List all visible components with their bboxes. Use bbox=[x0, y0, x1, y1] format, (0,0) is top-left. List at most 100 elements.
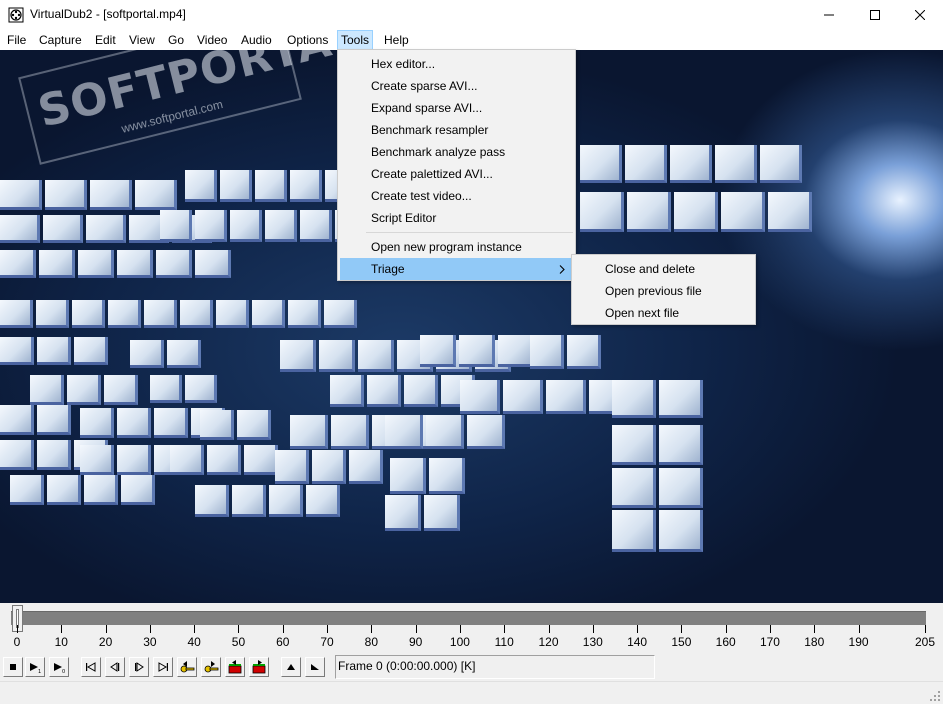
mark-out-button[interactable] bbox=[305, 657, 325, 677]
timeline-tick-label: 80 bbox=[364, 635, 379, 649]
menu-file[interactable]: File bbox=[3, 30, 30, 50]
video-cube bbox=[80, 445, 114, 475]
video-cube bbox=[612, 468, 656, 508]
timeline-tick-label: 100 bbox=[449, 635, 470, 649]
video-cube bbox=[306, 485, 340, 517]
svg-text:0: 0 bbox=[62, 669, 65, 673]
video-cube bbox=[459, 335, 495, 367]
chevron-right-icon bbox=[559, 265, 565, 274]
video-cube bbox=[349, 450, 383, 484]
video-cube bbox=[90, 180, 132, 210]
menu-item-create-test-video[interactable]: Create test video... bbox=[340, 185, 573, 207]
video-cube bbox=[237, 410, 271, 440]
menu-item-benchmark-resampler[interactable]: Benchmark resampler bbox=[340, 119, 573, 141]
video-cube bbox=[319, 340, 355, 372]
resize-grip-icon[interactable] bbox=[929, 690, 941, 702]
next-scene-button[interactable] bbox=[249, 657, 269, 677]
timeline-tick bbox=[105, 625, 107, 633]
go-end-button[interactable] bbox=[153, 657, 173, 677]
play-output-button[interactable]: 0 bbox=[49, 657, 69, 677]
menu-item-open-previous-file[interactable]: Open previous file bbox=[574, 280, 753, 302]
timeline-tick bbox=[925, 625, 926, 633]
video-cube bbox=[760, 145, 802, 183]
timeline-tick bbox=[858, 625, 860, 633]
video-cube bbox=[0, 250, 36, 278]
minimize-button[interactable] bbox=[806, 0, 852, 30]
timeline-tick bbox=[194, 625, 196, 633]
video-cube bbox=[546, 380, 586, 414]
next-keyframe-button[interactable] bbox=[201, 657, 221, 677]
menu-item-hex-editor[interactable]: Hex editor... bbox=[340, 53, 573, 75]
menu-options[interactable]: Options bbox=[283, 30, 332, 50]
timeline-tick bbox=[371, 625, 373, 633]
timeline-tick bbox=[725, 625, 727, 633]
menu-help[interactable]: Help bbox=[380, 30, 413, 50]
timeline-tick bbox=[282, 625, 284, 633]
timeline-tick-label: 205 bbox=[914, 635, 936, 649]
prev-frame-button[interactable] bbox=[105, 657, 125, 677]
menu-item-benchmark-analyze-pass[interactable]: Benchmark analyze pass bbox=[340, 141, 573, 163]
timeline-tick-label: 170 bbox=[759, 635, 780, 649]
video-cube bbox=[200, 410, 234, 440]
timeline-tick bbox=[149, 625, 151, 633]
video-cube bbox=[580, 145, 622, 183]
video-cube bbox=[612, 425, 656, 465]
video-cube bbox=[216, 300, 249, 328]
menu-item-open-next-file[interactable]: Open next file bbox=[574, 302, 753, 324]
menu-item-expand-sparse-avi[interactable]: Expand sparse AVI... bbox=[340, 97, 573, 119]
video-cube bbox=[420, 335, 456, 367]
video-cube bbox=[612, 510, 656, 552]
menu-edit[interactable]: Edit bbox=[91, 30, 120, 50]
prev-keyframe-button[interactable] bbox=[177, 657, 197, 677]
menu-item-open-new-instance[interactable]: Open new program instance bbox=[340, 236, 573, 258]
video-cube bbox=[108, 300, 141, 328]
menu-tools[interactable]: Tools bbox=[337, 30, 374, 50]
prev-keyframe-icon bbox=[180, 661, 195, 673]
video-cube bbox=[324, 300, 357, 328]
menu-capture[interactable]: Capture bbox=[35, 30, 86, 50]
timeline-tick-label: 50 bbox=[231, 635, 246, 649]
video-cube bbox=[300, 210, 332, 242]
video-cube bbox=[625, 145, 667, 183]
play-output-icon: 0 bbox=[54, 663, 65, 673]
menu-video[interactable]: Video bbox=[193, 30, 231, 50]
video-cube bbox=[104, 375, 138, 405]
video-cube bbox=[768, 192, 812, 232]
stop-button[interactable] bbox=[3, 657, 23, 677]
video-cube bbox=[117, 445, 151, 475]
video-cube bbox=[404, 375, 438, 407]
menu-item-close-and-delete[interactable]: Close and delete bbox=[574, 258, 753, 280]
video-cube bbox=[0, 440, 34, 470]
video-cube bbox=[288, 300, 321, 328]
timeline-tick bbox=[637, 625, 639, 633]
mark-in-button[interactable] bbox=[281, 657, 301, 677]
video-cube bbox=[659, 380, 703, 418]
video-cube bbox=[37, 440, 71, 470]
play-input-button[interactable]: 1 bbox=[25, 657, 45, 677]
menu-item-create-palettized-avi[interactable]: Create palettized AVI... bbox=[340, 163, 573, 185]
video-cube bbox=[269, 485, 303, 517]
go-start-button[interactable] bbox=[81, 657, 101, 677]
menu-view[interactable]: View bbox=[125, 30, 159, 50]
maximize-button[interactable] bbox=[852, 0, 898, 30]
timeline-track[interactable] bbox=[11, 611, 926, 625]
menu-go[interactable]: Go bbox=[164, 30, 188, 50]
menu-item-create-sparse-avi[interactable]: Create sparse AVI... bbox=[340, 75, 573, 97]
video-cube bbox=[160, 210, 192, 242]
timeline-tick bbox=[61, 625, 63, 633]
video-cube bbox=[154, 408, 188, 438]
title-bar[interactable]: VirtualDub2 - [softportal.mp4] bbox=[0, 0, 943, 30]
video-cube bbox=[460, 380, 500, 414]
close-button[interactable] bbox=[897, 0, 943, 30]
video-cube bbox=[47, 475, 81, 505]
menu-item-script-editor[interactable]: Script Editor bbox=[340, 207, 573, 229]
next-frame-button[interactable] bbox=[129, 657, 149, 677]
prev-scene-button[interactable] bbox=[225, 657, 245, 677]
timeline-tick-label: 30 bbox=[143, 635, 157, 649]
video-cube bbox=[39, 250, 75, 278]
timeline-tick-label: 90 bbox=[408, 635, 423, 649]
menu-audio[interactable]: Audio bbox=[237, 30, 276, 50]
video-cube bbox=[220, 170, 252, 202]
timeline-tick-label: 130 bbox=[582, 635, 603, 649]
menu-item-triage[interactable]: Triage bbox=[340, 258, 573, 280]
